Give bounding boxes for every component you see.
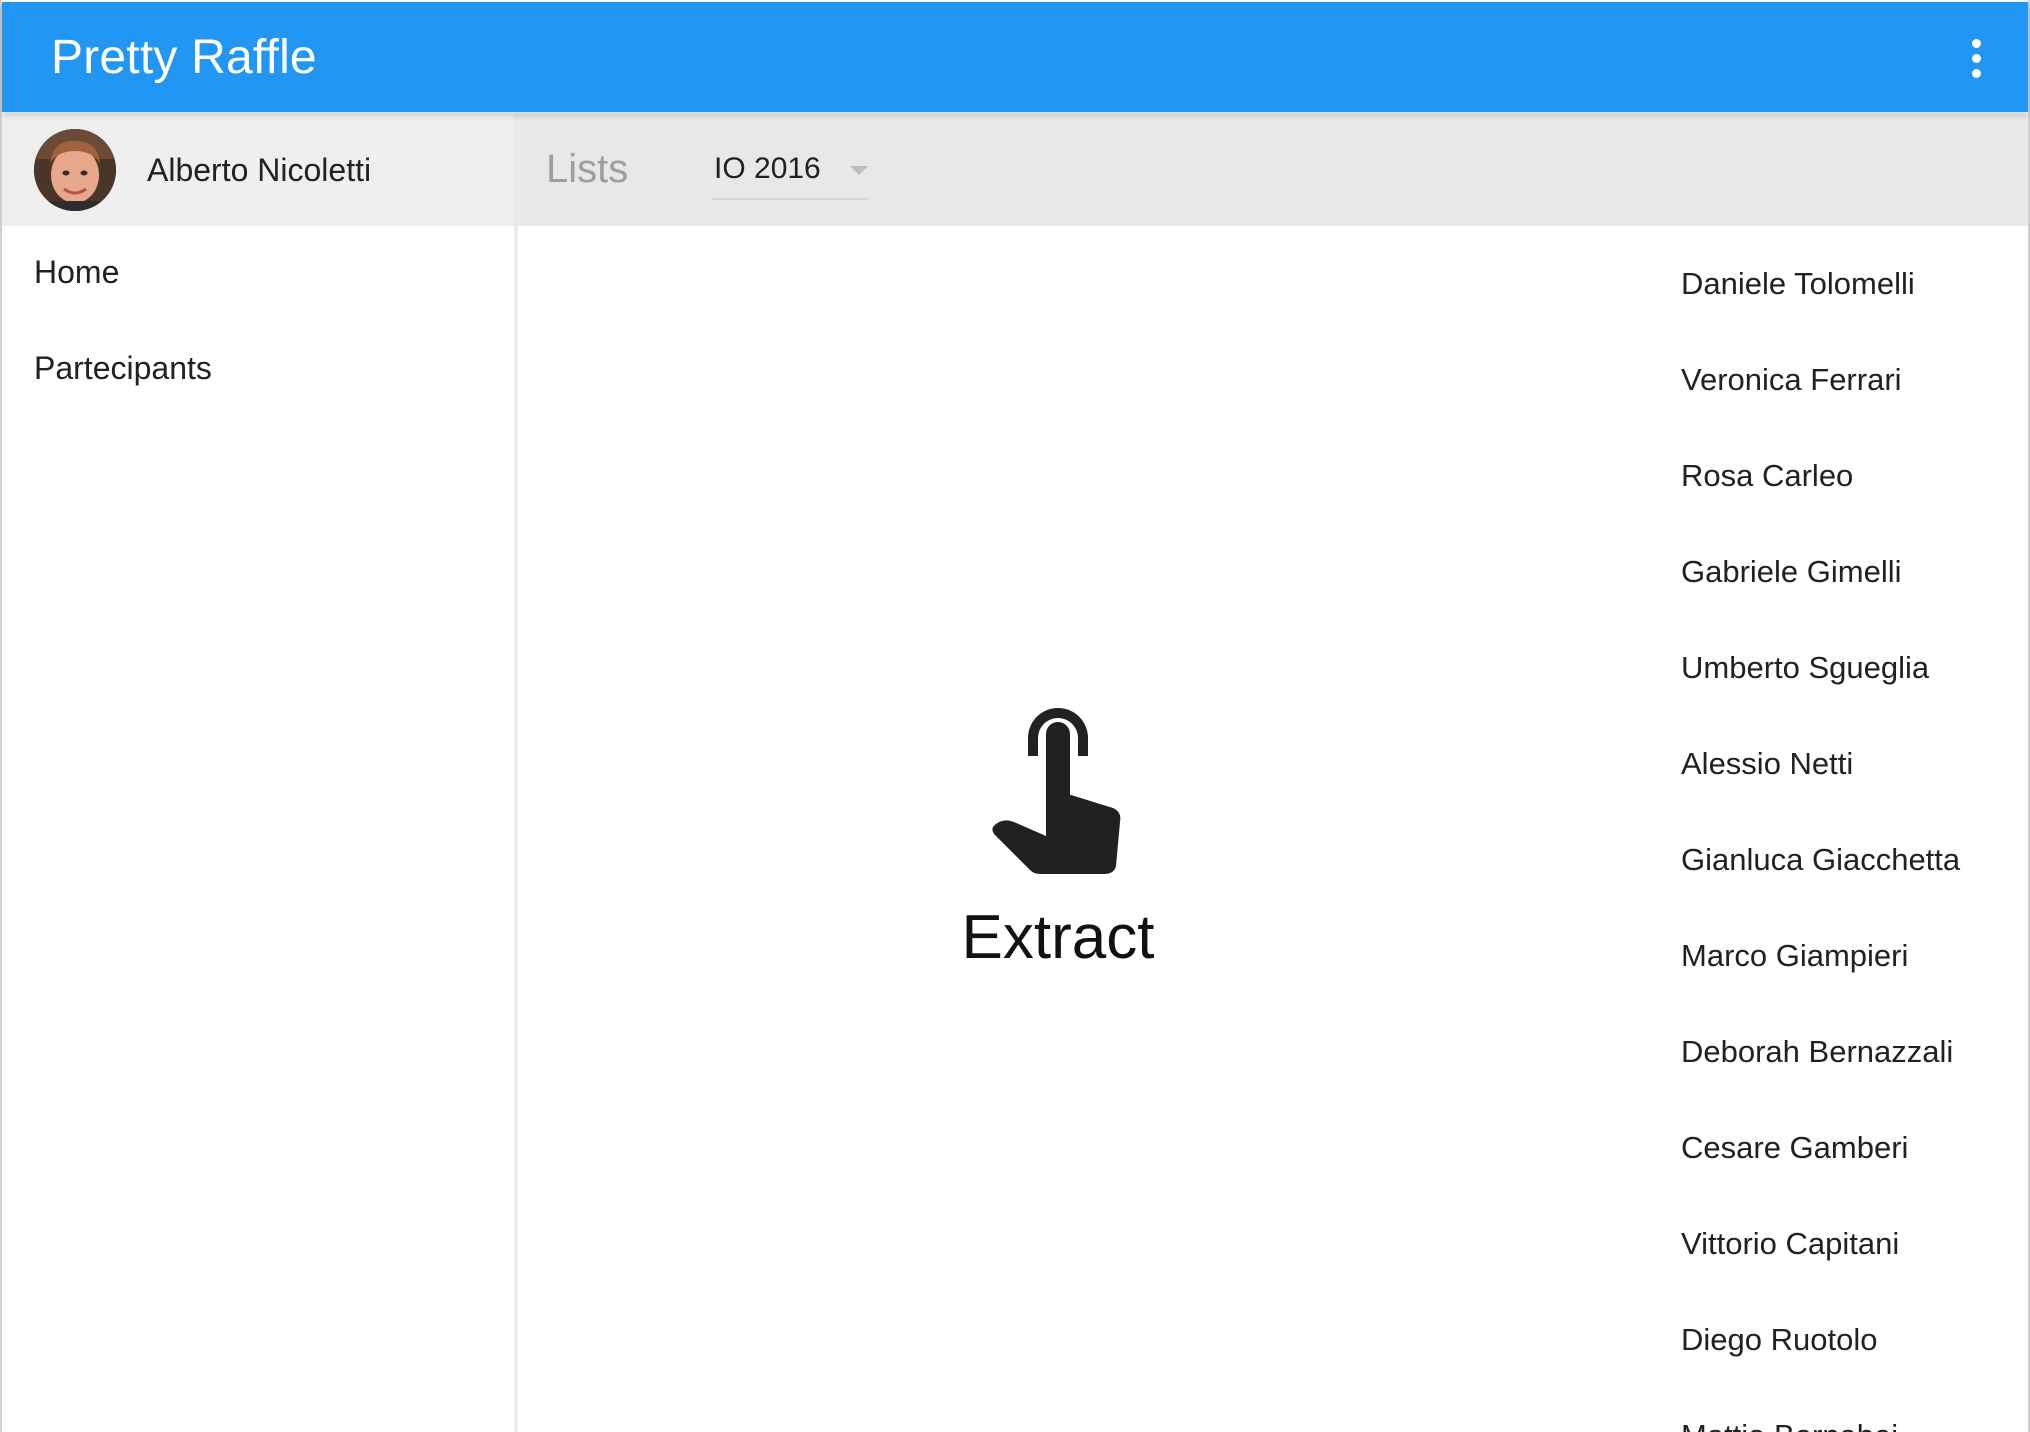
app-title: Pretty Raffle — [51, 31, 317, 84]
list-item: Daniele Tolomelli — [1681, 266, 1915, 301]
extract-label: Extract — [961, 903, 1155, 972]
sidebar-item-home[interactable]: Home — [34, 252, 119, 292]
list-item: Gianluca Giacchetta — [1681, 842, 1961, 877]
user-avatar-image — [34, 129, 116, 211]
more-vert-icon-dot — [1971, 53, 1981, 63]
list-item: Rosa Carleo — [1681, 458, 1854, 493]
app-window: Pretty Raffle Alberto Nicoletti Lists IO… — [0, 0, 2030, 1432]
lists-label: Lists — [546, 147, 629, 191]
list-item: Deborah Bernazzali — [1681, 1034, 1954, 1069]
sub-header: Alberto Nicoletti Lists IO 2016 — [2, 114, 2028, 226]
avatar[interactable] — [34, 129, 116, 211]
list-item: Umberto Sgueglia — [1681, 650, 1930, 685]
sidebar: Home Partecipants — [2, 226, 518, 1432]
user-profile: Alberto Nicoletti — [2, 114, 514, 226]
overflow-menu-button[interactable] — [1950, 32, 2002, 84]
list-item: Diego Ruotolo — [1681, 1322, 1878, 1357]
main-content: Extract Daniele Tolomelli Veronica Ferra… — [518, 226, 2028, 1432]
list-select-dropdown[interactable]: IO 2016 — [712, 136, 868, 200]
more-vert-icon — [1971, 38, 1981, 48]
user-name: Alberto Nicoletti — [147, 152, 372, 188]
touch-app-icon — [992, 708, 1121, 874]
list-item: Marco Giampieri — [1681, 938, 1909, 973]
list-item: Veronica Ferrari — [1681, 362, 1902, 397]
list-select-value: IO 2016 — [714, 152, 821, 185]
extract-button[interactable]: Extract — [958, 696, 1158, 986]
list-item: Mattia Bernabei — [1681, 1416, 1898, 1432]
arrow-drop-down-icon — [850, 166, 868, 175]
sidebar-item-partecipants[interactable]: Partecipants — [34, 348, 212, 388]
list-item: Cesare Gamberi — [1681, 1130, 1909, 1165]
list-item: Gabriele Gimelli — [1681, 554, 1902, 589]
list-item: Vittorio Capitani — [1681, 1226, 1900, 1261]
list-item: Alessio Netti — [1681, 746, 1854, 781]
more-vert-icon-dot — [1971, 68, 1981, 78]
app-bar: Pretty Raffle — [2, 2, 2028, 112]
